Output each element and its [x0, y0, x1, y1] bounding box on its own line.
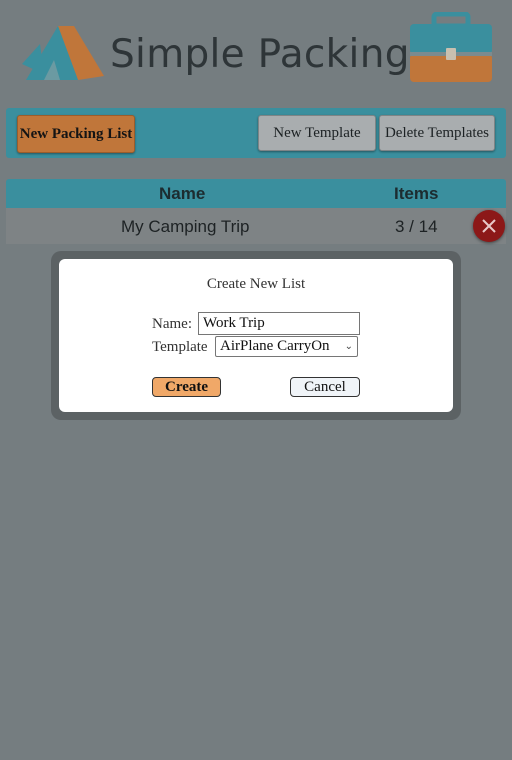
cancel-button[interactable]: Cancel	[290, 377, 360, 397]
new-packing-list-button[interactable]: New Packing List	[17, 115, 135, 153]
create-button[interactable]: Create	[152, 377, 221, 397]
template-label: Template	[152, 339, 208, 355]
toolbar: New Packing List New Template Delete Tem…	[6, 108, 506, 158]
table-header: Name Items	[6, 179, 506, 208]
list-items-cell: 3 / 14	[395, 217, 438, 236]
create-list-dialog: Create New List Name: Template AirPlane …	[59, 259, 453, 412]
template-select[interactable]: AirPlane CarryOn ⌄	[215, 336, 358, 357]
tent-icon	[22, 26, 104, 80]
name-label: Name:	[152, 316, 192, 332]
chevron-down-icon: ⌄	[344, 341, 353, 352]
delete-templates-button[interactable]: Delete Templates	[379, 115, 495, 151]
close-icon	[482, 219, 496, 233]
suitcase-icon	[410, 12, 492, 82]
app-title: Simple Packing	[110, 32, 410, 77]
table-row[interactable]: My Camping Trip 3 / 14	[6, 208, 506, 244]
list-name-cell: My Camping Trip	[121, 217, 250, 236]
dialog-title: Create New List	[206, 276, 306, 292]
column-header-items: Items	[394, 184, 439, 203]
new-template-button[interactable]: New Template	[258, 115, 376, 151]
app-header: Simple Packing	[0, 0, 512, 100]
delete-list-button[interactable]	[473, 210, 505, 242]
column-header-name: Name	[159, 184, 206, 203]
template-selected-value: AirPlane CarryOn	[220, 338, 330, 354]
name-input[interactable]	[198, 312, 360, 335]
